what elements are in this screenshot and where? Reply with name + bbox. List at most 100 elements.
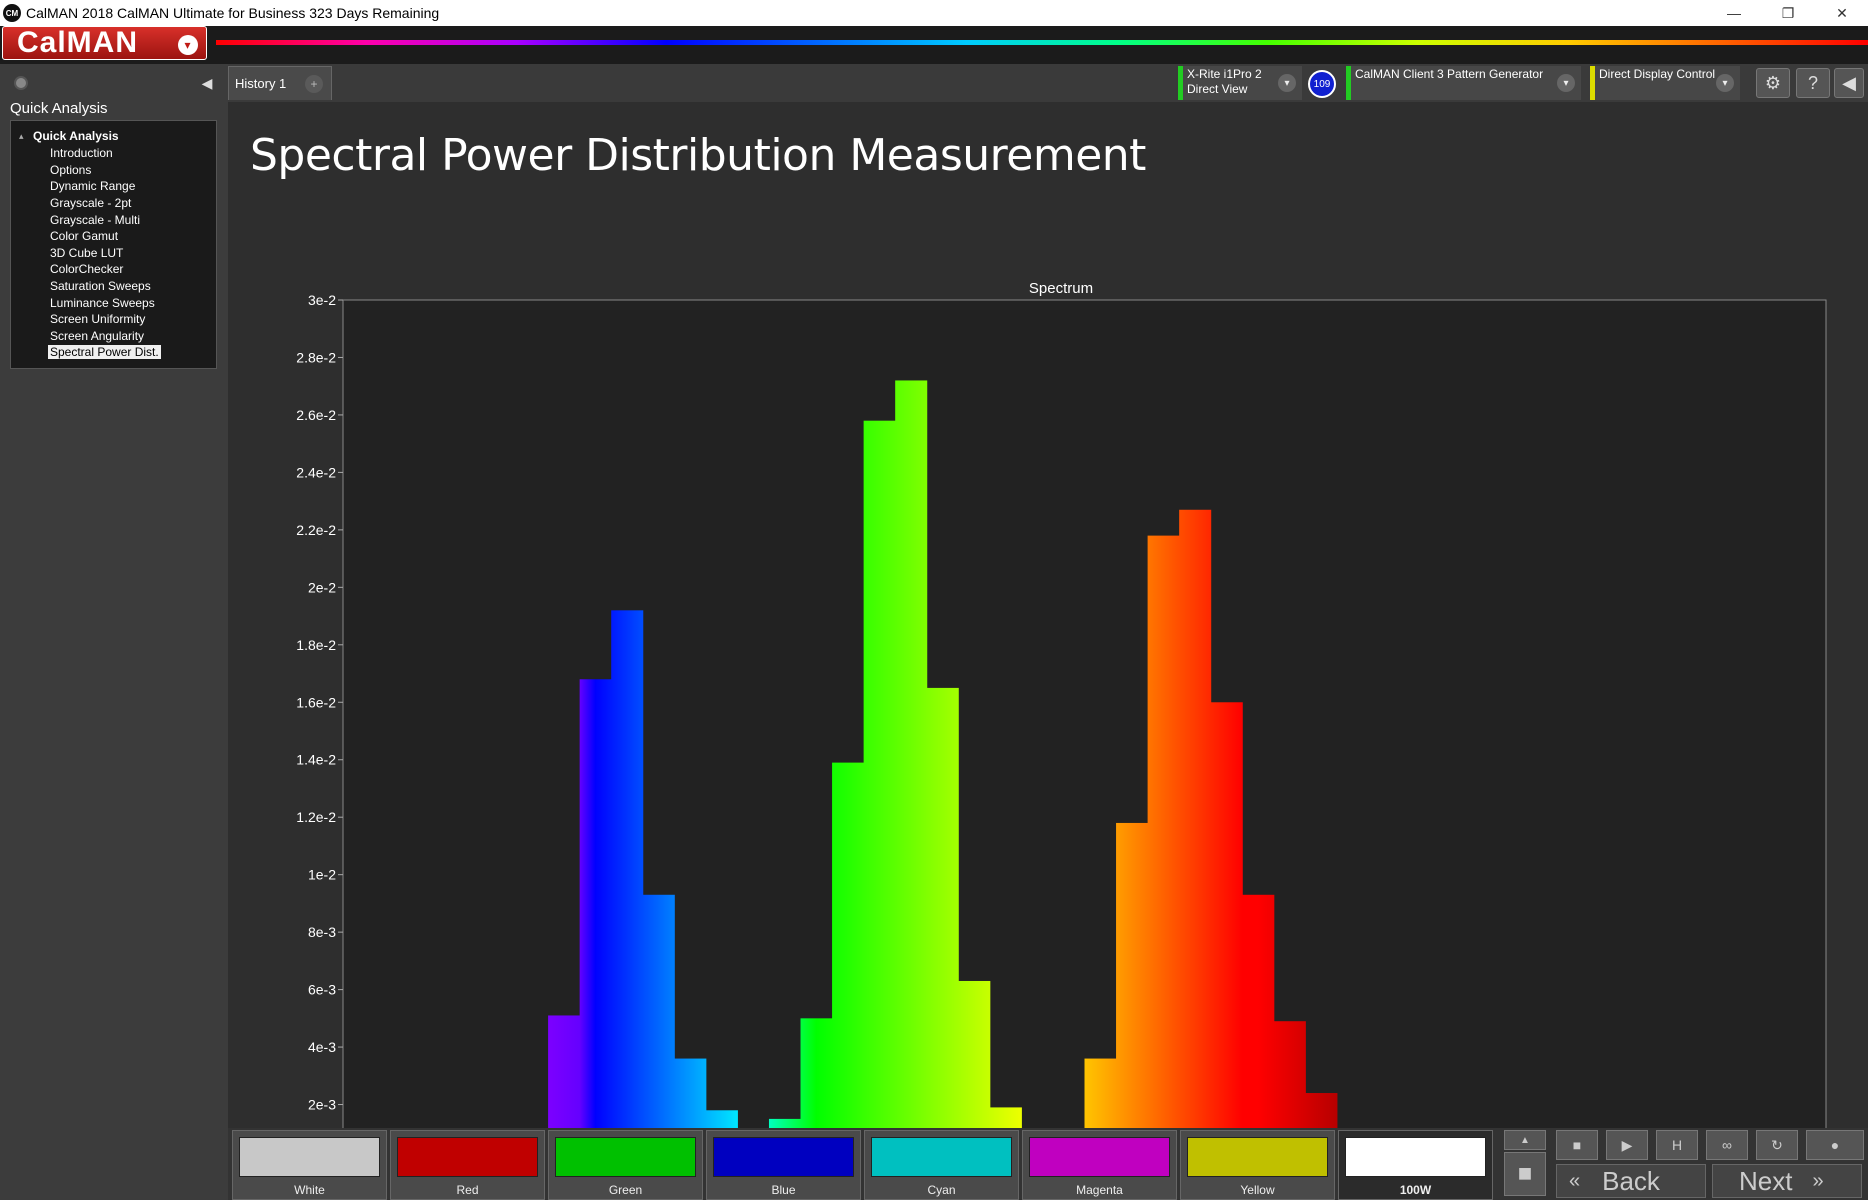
bottom-bar: White Red Green Blue Cyan Magenta Yellow 100W ▲…	[228, 1128, 1868, 1200]
sidebar-item[interactable]: Saturation Sweeps	[11, 278, 216, 295]
spectrum-chart: Spectrum 0e+02e-34e-36e-38e-31e-21.2e-21…	[296, 280, 1827, 1188]
minimize-icon[interactable]: —	[1714, 0, 1754, 26]
sidebar-item[interactable]: Dynamic Range	[11, 178, 216, 195]
sidebar-item[interactable]: Grayscale - 2pt	[11, 195, 216, 212]
swatch-label: Magenta	[1076, 1183, 1123, 1197]
y-tick-label: 2e-3	[308, 1097, 336, 1113]
sidebar-item[interactable]: 3D Cube LUT	[11, 245, 216, 262]
up-icon[interactable]: ▲	[1504, 1130, 1546, 1150]
sidebar-item-label: Options	[50, 162, 92, 177]
sidebar-item-label: Grayscale - Multi	[50, 212, 141, 227]
back-label: Back	[1602, 1165, 1660, 1196]
sidebar-item-label: Saturation Sweeps	[50, 279, 151, 294]
y-tick-label: 8e-3	[308, 924, 336, 940]
swatch-color	[713, 1137, 854, 1177]
back-button[interactable]: « Back	[1556, 1164, 1706, 1198]
swatch-color	[1187, 1137, 1328, 1177]
hold-icon[interactable]: H	[1656, 1130, 1698, 1160]
sidebar-item[interactable]: Screen Angularity	[11, 328, 216, 345]
meter-count-badge: 109	[1308, 70, 1336, 98]
swatch-100w[interactable]: 100W	[1338, 1130, 1493, 1200]
loop-icon[interactable]: ∞	[1706, 1130, 1748, 1160]
spectrum-bar	[926, 687, 959, 1162]
pin-icon[interactable]	[14, 76, 28, 90]
tab-row: History 1 + X-Rite i1Pro 2 Direct View ▾…	[228, 64, 1868, 102]
y-tick-label: 4e-3	[308, 1039, 336, 1055]
y-tick-label: 1.8e-2	[296, 637, 336, 653]
swatch-blue[interactable]: Blue	[706, 1130, 861, 1200]
sidebar-item[interactable]: Grayscale - Multi	[11, 211, 216, 228]
record-icon[interactable]: ●	[1806, 1130, 1864, 1160]
spectrum-bar	[1116, 822, 1149, 1162]
sidebar-item-label: 3D Cube LUT	[50, 245, 124, 260]
calman-logo-button[interactable]: CalMAN ▾	[2, 26, 207, 60]
y-tick-label: 2.8e-2	[296, 349, 336, 365]
y-tick-label: 1.4e-2	[296, 752, 336, 768]
swatch-label: Green	[608, 1183, 643, 1197]
swatch-red[interactable]: Red	[390, 1130, 545, 1200]
gear-icon[interactable]: ⚙	[1756, 68, 1790, 98]
spectrum-bar	[832, 762, 865, 1162]
logo-text: CalMAN	[17, 26, 139, 59]
sidebar-item[interactable]: Introduction	[11, 145, 216, 162]
spectrum-bar	[1179, 509, 1212, 1163]
swatch-label: Cyan	[927, 1183, 956, 1197]
brand-bar: CalMAN ▾	[0, 26, 1868, 64]
next-button[interactable]: Next »	[1712, 1164, 1862, 1198]
swatch-color	[1029, 1137, 1170, 1177]
spectrum-bar	[1210, 702, 1243, 1162]
swatch-cyan[interactable]: Cyan	[864, 1130, 1019, 1200]
generator-name: CalMAN Client 3 Pattern Generator	[1355, 67, 1544, 81]
close-icon[interactable]: ✕	[1822, 0, 1862, 26]
tab-history-1[interactable]: History 1 +	[228, 66, 332, 100]
stop-big-icon[interactable]: ■	[1504, 1152, 1546, 1196]
swatch-green[interactable]: Green	[548, 1130, 703, 1200]
sidebar-item[interactable]: Screen Uniformity	[11, 311, 216, 328]
chevron-down-icon: ▾	[1278, 74, 1296, 92]
next-label: Next	[1739, 1165, 1793, 1196]
y-tick-label: 1.2e-2	[296, 809, 336, 825]
stop-icon[interactable]: ■	[1556, 1130, 1598, 1160]
swatch-magenta[interactable]: Magenta	[1022, 1130, 1177, 1200]
swatch-color	[397, 1137, 538, 1177]
workflow-tree: Quick Analysis IntroductionOptions Dynami…	[10, 120, 217, 369]
swatch-color	[871, 1137, 1012, 1177]
sidebar-section-title: Quick Analysis	[10, 100, 108, 117]
sidebar-item[interactable]: Luminance Sweeps	[11, 294, 216, 311]
play-icon[interactable]: ▶	[1606, 1130, 1648, 1160]
add-tab-icon[interactable]: +	[305, 75, 323, 93]
sidebar-item-label: Screen Uniformity	[50, 312, 146, 327]
chevron-down-icon: ▾	[178, 35, 198, 55]
window-titlebar: CM CalMAN 2018 CalMAN Ultimate for Busin…	[0, 0, 1868, 26]
rainbow-stripe	[216, 40, 1868, 45]
page-title: Spectral Power Distribution Measurement	[250, 130, 1146, 181]
panel-toggle-icon[interactable]: ◀	[1834, 68, 1864, 98]
tree-root[interactable]: Quick Analysis	[11, 127, 216, 145]
pattern-generator-selector[interactable]: CalMAN Client 3 Pattern Generator ▾	[1346, 66, 1581, 100]
help-icon[interactable]: ?	[1796, 68, 1830, 98]
spectrum-bar	[1147, 535, 1180, 1162]
swatch-label: Yellow	[1240, 1183, 1275, 1197]
y-tick-label: 1.6e-2	[296, 694, 336, 710]
sidebar-item[interactable]: Color Gamut	[11, 228, 216, 245]
sidebar-item-label: Spectral Power Dist.	[48, 345, 161, 360]
meter-selector[interactable]: X-Rite i1Pro 2 Direct View ▾	[1178, 66, 1302, 100]
swatch-white[interactable]: White	[232, 1130, 387, 1200]
chart-title: Spectrum	[1029, 280, 1093, 297]
spectrum-bar	[863, 420, 896, 1162]
display-control-selector[interactable]: Direct Display Control ▾	[1590, 66, 1740, 100]
app-icon: CM	[3, 4, 21, 22]
swatch-color	[239, 1137, 380, 1177]
collapse-sidebar-icon[interactable]: ◀	[198, 74, 216, 92]
sidebar-item[interactable]: Options	[11, 162, 216, 179]
swatch-yellow[interactable]: Yellow	[1180, 1130, 1335, 1200]
refresh-icon[interactable]: ↻	[1756, 1130, 1798, 1160]
swatch-label: White	[294, 1183, 325, 1197]
swatch-color	[555, 1137, 696, 1177]
sidebar-item[interactable]: ColorChecker	[11, 261, 216, 278]
sidebar-item-label: Screen Angularity	[50, 328, 145, 343]
y-tick-label: 2.6e-2	[296, 407, 336, 423]
swatch-label: Red	[456, 1183, 479, 1197]
sidebar-item[interactable]: Spectral Power Dist.	[11, 344, 216, 361]
restore-icon[interactable]: ❐	[1768, 0, 1808, 26]
